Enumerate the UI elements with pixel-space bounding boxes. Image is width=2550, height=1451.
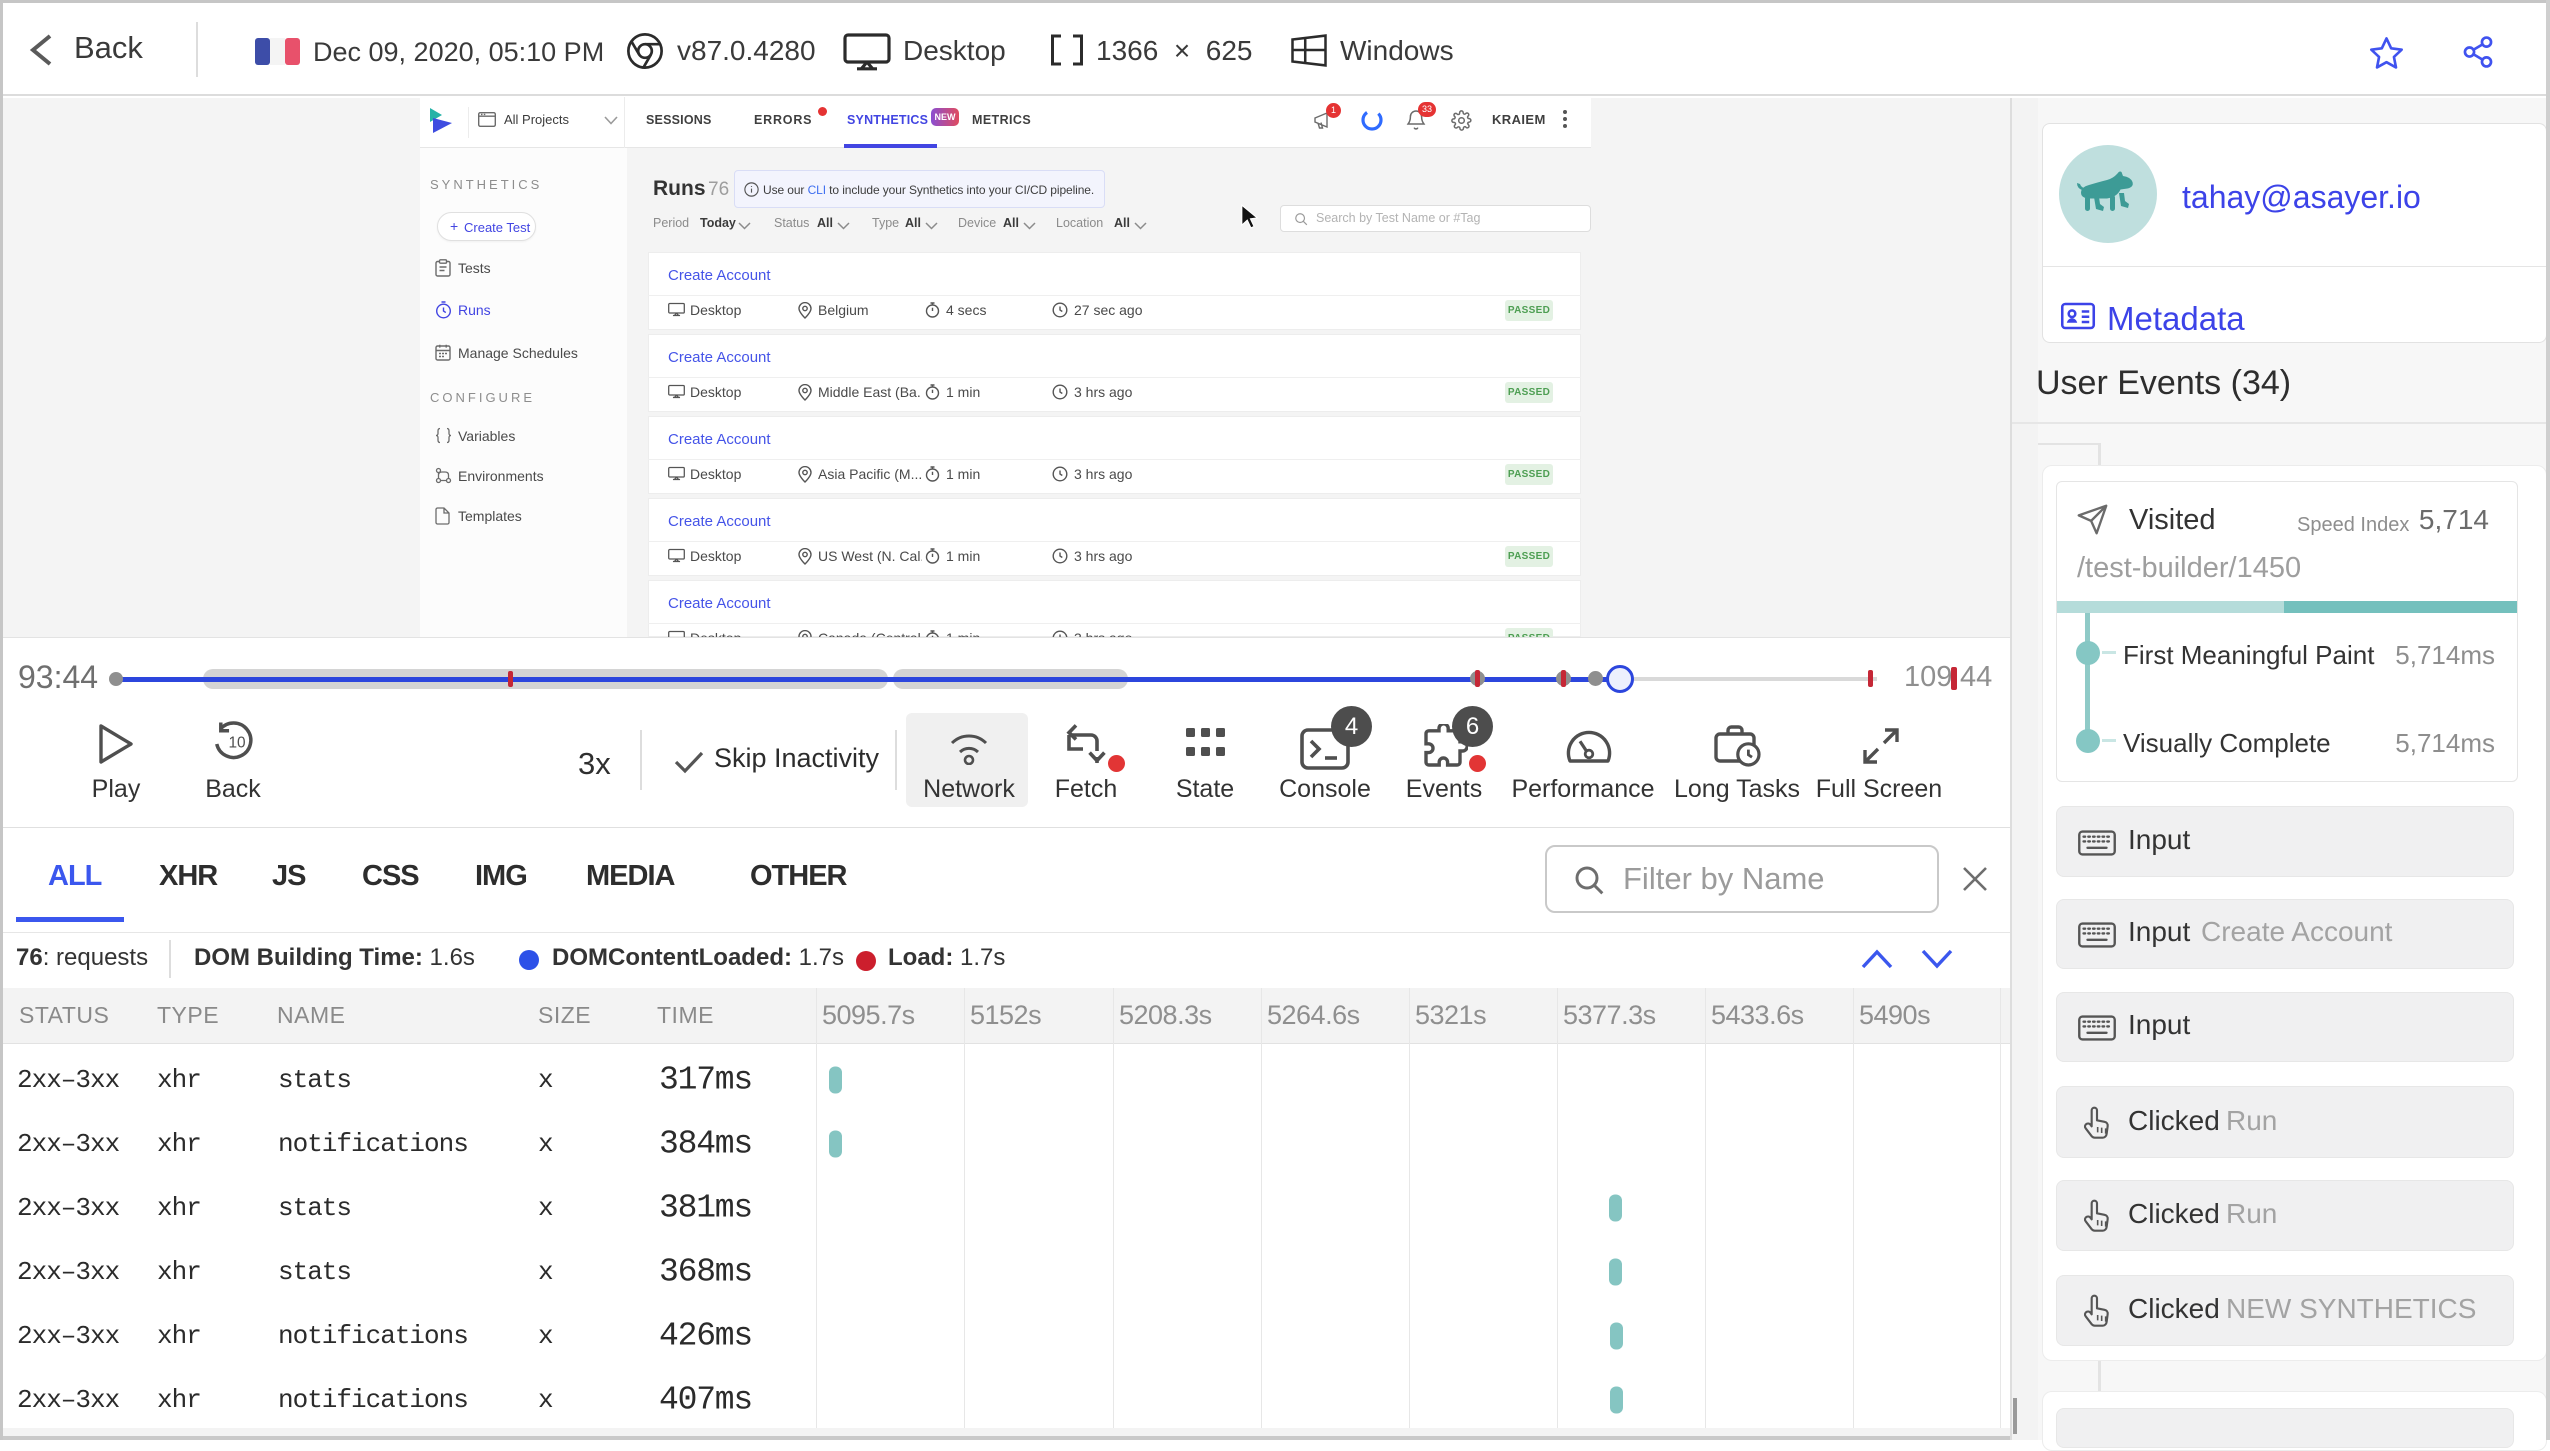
svg-text:10: 10: [229, 735, 246, 752]
